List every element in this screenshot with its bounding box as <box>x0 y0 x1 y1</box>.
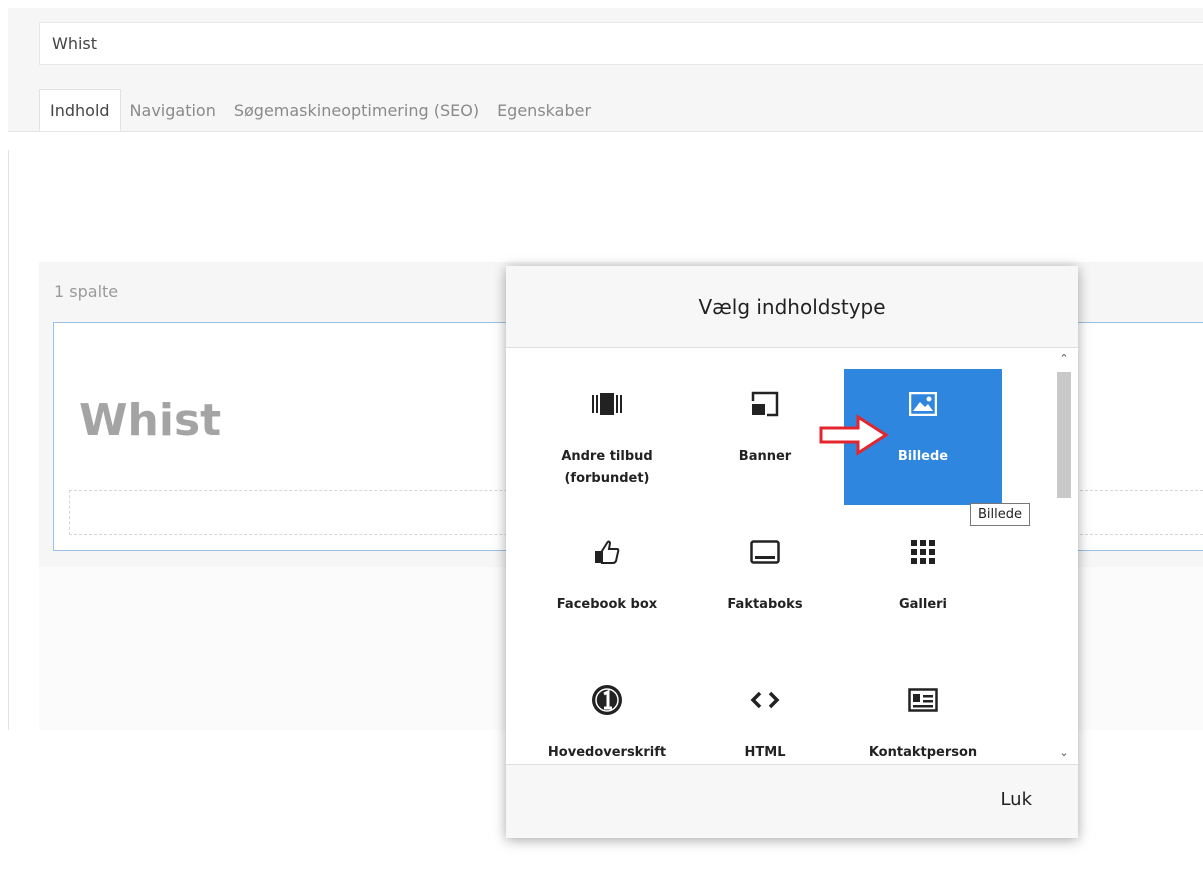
content-type-label: HTML <box>744 745 786 760</box>
fact-box-icon <box>686 537 844 567</box>
content-type-andre-tilbud[interactable]: Andre tilbud (forbundet) <box>528 369 686 505</box>
code-icon <box>686 685 844 715</box>
page-title-input[interactable] <box>39 22 1203 65</box>
dialog-title: Vælg indholdstype <box>506 266 1078 348</box>
page-root: Indhold Navigation Søgemaskineoptimering… <box>0 0 1203 890</box>
tabs-underline <box>8 131 1203 132</box>
dialog-body[interactable]: Andre tilbud (forbundet) Banner Billede … <box>506 349 1078 764</box>
tab-bar: Indhold Navigation Søgemaskineoptimering… <box>39 89 600 132</box>
content-type-dialog: Vælg indholdstype Andre tilbud (forbunde… <box>506 266 1078 838</box>
dialog-scrollbar[interactable]: ⌃ ⌄ <box>1054 350 1074 762</box>
tab-indhold[interactable]: Indhold <box>39 89 121 132</box>
content-type-label: Facebook box <box>556 597 658 612</box>
scrollbar-thumb[interactable] <box>1057 372 1071 498</box>
thumbs-up-icon <box>528 537 686 567</box>
content-type-kontaktperson[interactable]: Kontaktperson <box>844 665 1002 764</box>
scroll-up-arrow-icon[interactable]: ⌃ <box>1054 350 1074 368</box>
tooltip: Billede <box>970 503 1031 526</box>
number-one-icon <box>528 685 686 715</box>
content-type-html[interactable]: HTML <box>686 665 844 764</box>
content-type-galleri[interactable]: Galleri <box>844 517 1002 653</box>
left-divider <box>8 150 9 730</box>
tab-egenskaber[interactable]: Egenskaber <box>488 89 600 132</box>
tab-seo[interactable]: Søgemaskineoptimering (SEO) <box>225 89 488 132</box>
contact-card-icon <box>844 685 1002 715</box>
content-type-grid: Andre tilbud (forbundet) Banner Billede … <box>528 369 1002 764</box>
content-type-facebook-box[interactable]: Facebook box <box>528 517 686 653</box>
carousel-icon <box>528 389 686 419</box>
content-type-hovedoverskrift[interactable]: Hovedoverskrift (H1) <box>528 665 686 764</box>
content-type-label: Hovedoverskrift (H1) <box>547 745 667 760</box>
dialog-footer: Luk <box>506 764 1078 838</box>
content-type-label: Faktaboks <box>727 597 803 612</box>
content-type-label: Andre tilbud (forbundet) <box>561 449 653 486</box>
column-label: 1 spalte <box>54 282 119 301</box>
annotation-arrow-icon <box>819 414 889 456</box>
content-type-faktaboks[interactable]: Faktaboks <box>686 517 844 653</box>
scroll-down-arrow-icon[interactable]: ⌄ <box>1054 744 1074 762</box>
tab-navigation[interactable]: Navigation <box>121 89 225 132</box>
gallery-grid-icon <box>844 537 1002 567</box>
content-type-label: Galleri <box>898 597 948 612</box>
content-heading[interactable]: Whist <box>79 395 221 446</box>
content-type-label: Kontaktperson <box>868 745 978 760</box>
close-button[interactable]: Luk <box>1000 789 1032 810</box>
